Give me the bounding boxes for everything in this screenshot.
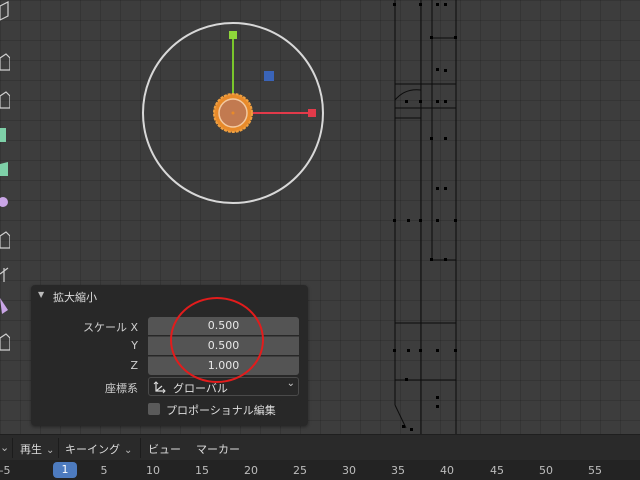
frame-tick: 15 (195, 464, 209, 477)
header-divider (58, 438, 59, 458)
editor-type-chevron-icon[interactable]: ⌄ (0, 441, 9, 454)
frame-tick: 30 (342, 464, 356, 477)
frame-tick: 5 (100, 464, 108, 477)
frame-tick: 50 (539, 464, 553, 477)
timeline-header: ⌄ 再生 ⌄ キーイング ⌄ ビュー マーカー (0, 434, 640, 460)
adjust-last-operation-panel: ▼ 拡大縮小 スケール X 0.500 Y 0.500 Z 1.000 座標系 … (31, 285, 308, 426)
tool-cube-icon-2[interactable] (0, 88, 10, 112)
current-frame-indicator[interactable]: 1 (53, 462, 77, 478)
tool-bevel-icon[interactable] (0, 192, 10, 216)
scale-z-field[interactable]: 1.000 (148, 356, 299, 375)
collapse-caret-icon[interactable]: ▼ (38, 290, 44, 299)
tool-loopcut-icon[interactable] (0, 228, 10, 252)
scale-x-label: スケール X (82, 321, 138, 334)
tool-cube-icon[interactable] (0, 50, 10, 74)
3d-viewport[interactable]: ▼ 拡大縮小 スケール X 0.500 Y 0.500 Z 1.000 座標系 … (0, 0, 640, 434)
frame-tick: 35 (391, 464, 405, 477)
tool-knife-icon[interactable] (0, 264, 10, 288)
view-menu[interactable]: ビュー (148, 441, 181, 457)
scale-z-label: Z (130, 359, 138, 372)
keying-menu[interactable]: キーイング ⌄ (65, 441, 132, 457)
chevron-down-icon: ⌄ (124, 445, 133, 456)
scale-y-label: Y (131, 339, 138, 352)
gizmo-xy-plane-handle[interactable] (264, 71, 274, 81)
scale-x-field[interactable]: 0.500 (148, 317, 299, 335)
gizmo-y-handle[interactable] (229, 31, 237, 39)
gizmo-x-handle[interactable] (308, 109, 316, 117)
tool-spin-icon[interactable] (0, 330, 10, 354)
orientation-value: グローバル (173, 382, 228, 395)
mesh-vertices (393, 3, 457, 431)
frame-tick: 55 (588, 464, 602, 477)
orientation-label: 座標系 (105, 382, 138, 395)
orientation-select[interactable]: グローバル ⌄ (148, 377, 299, 396)
object-origin-dot (231, 111, 235, 115)
scale-y-field[interactable]: 0.500 (148, 336, 299, 355)
global-orientation-icon (153, 381, 166, 394)
proportional-edit-checkbox[interactable] (148, 403, 160, 415)
frame-tick: -5 (0, 464, 11, 477)
chevron-down-icon: ⌄ (286, 378, 295, 389)
frame-tick: 25 (293, 464, 307, 477)
tool-extrude-icon[interactable] (0, 124, 10, 148)
keying-menu-label: キーイング (65, 443, 120, 456)
tool-transform-icon[interactable] (0, 0, 10, 24)
proportional-edit-label: プロポーショナル編集 (166, 404, 276, 417)
panel-title: 拡大縮小 (53, 291, 97, 304)
header-divider (140, 438, 141, 458)
frame-tick: 10 (146, 464, 160, 477)
timeline-ruler[interactable]: -5 5 10 15 20 25 30 35 40 45 50 55 1 (0, 460, 640, 480)
frame-tick: 20 (244, 464, 258, 477)
chevron-down-icon: ⌄ (46, 445, 55, 456)
playback-menu[interactable]: 再生 ⌄ (20, 441, 54, 457)
tool-polybuild-icon[interactable] (0, 294, 10, 318)
playback-menu-label: 再生 (20, 443, 42, 456)
marker-menu[interactable]: マーカー (196, 441, 240, 457)
tool-shelf (0, 0, 12, 360)
tool-inset-icon[interactable] (0, 158, 10, 182)
frame-tick: 45 (490, 464, 504, 477)
panel-header[interactable]: ▼ 拡大縮小 (31, 285, 308, 307)
frame-tick: 40 (440, 464, 454, 477)
header-divider (12, 438, 13, 458)
wireframe-mesh (394, 0, 457, 434)
